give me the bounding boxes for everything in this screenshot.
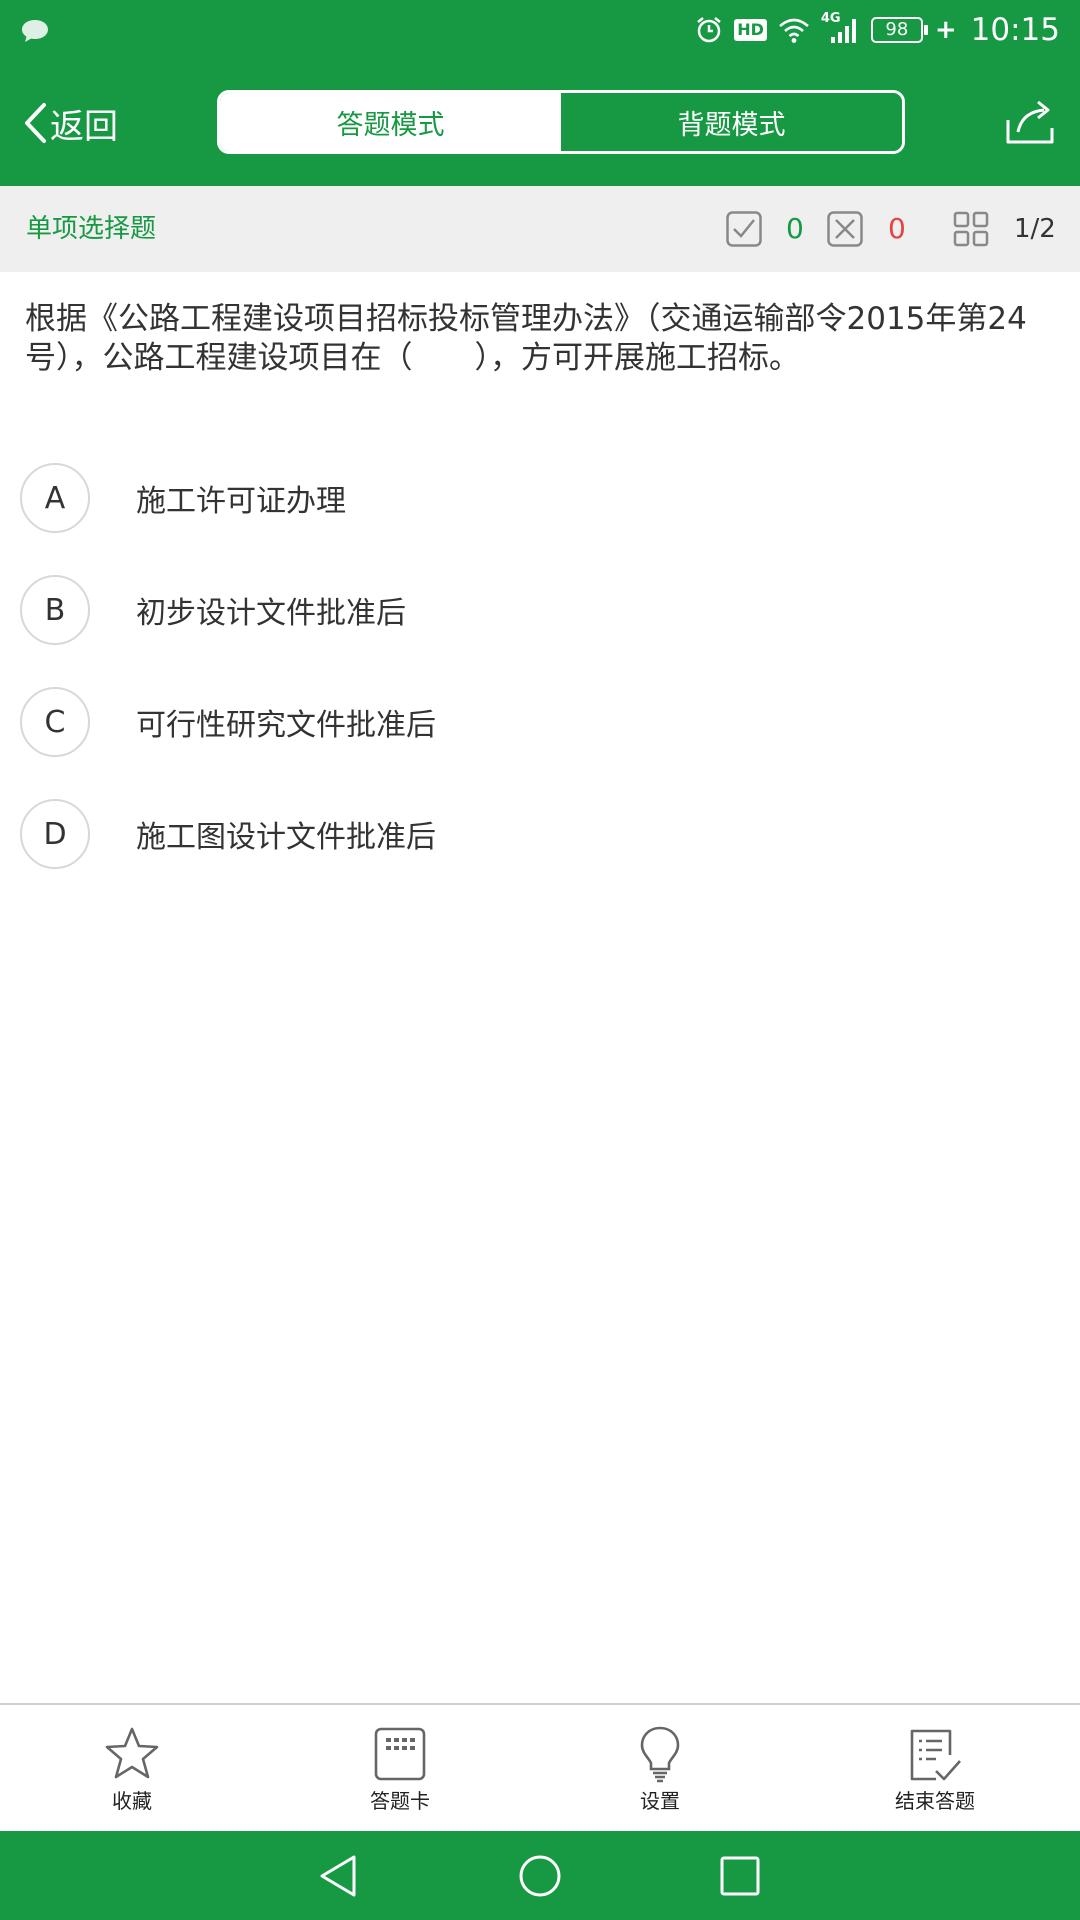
status-time: 10:15 xyxy=(970,12,1060,48)
status-icons: HD 4G 98 + 10:15 xyxy=(694,10,1060,50)
option-text: 施工图设计文件批准后 xyxy=(136,820,436,855)
option-letter: C xyxy=(20,687,90,757)
tab-review-mode[interactable]: 背题模式 xyxy=(561,93,902,151)
back-label: 返回 xyxy=(50,106,118,147)
finish-answer-button[interactable]: 结束答题 xyxy=(880,1705,990,1833)
charging-indicator: + xyxy=(934,15,957,45)
option-a[interactable]: A 施工许可证办理 xyxy=(20,462,1060,534)
answer-card-button[interactable]: 答题卡 xyxy=(360,1705,440,1833)
correct-icon xyxy=(726,186,762,272)
share-icon[interactable] xyxy=(1004,98,1056,146)
option-letter: B xyxy=(20,575,90,645)
settings-button[interactable]: 设置 xyxy=(620,1705,700,1833)
wifi-icon xyxy=(779,18,809,43)
signal-4g-icon: 4G xyxy=(821,11,861,45)
option-letter: A xyxy=(20,463,90,533)
nav-bar: 返回 答题模式 背题模式 xyxy=(0,60,1080,186)
status-bar: HD 4G 98 + 10:15 xyxy=(0,0,1080,60)
question-text: 根据《公路工程建设项目招标投标管理办法》（交通运输部令2015年第24号），公路… xyxy=(25,301,1027,376)
favorite-button[interactable]: 收藏 xyxy=(92,1705,172,1833)
option-letter: D xyxy=(20,799,90,869)
option-d[interactable]: D 施工图设计文件批准后 xyxy=(20,798,1060,870)
finish-list-icon xyxy=(910,1729,961,1781)
back-button[interactable]: 返回 xyxy=(22,100,118,147)
recents-square-icon[interactable] xyxy=(717,1853,763,1899)
back-triangle-icon[interactable] xyxy=(316,1853,362,1899)
toolbar-label: 结束答题 xyxy=(895,1789,975,1813)
home-circle-icon[interactable] xyxy=(517,1853,563,1899)
grid-icon[interactable] xyxy=(953,186,989,272)
chevron-left-icon xyxy=(25,103,46,143)
mode-switch: 答题模式 背题模式 xyxy=(217,90,905,154)
option-text: 可行性研究文件批准后 xyxy=(136,708,436,743)
option-b[interactable]: B 初步设计文件批准后 xyxy=(20,574,1060,646)
info-bar: 单项选择题 0 0 1/2 xyxy=(0,186,1080,272)
option-text: 施工许可证办理 xyxy=(136,484,346,519)
question-type: 单项选择题 xyxy=(26,214,157,244)
toolbar-label: 答题卡 xyxy=(370,1789,430,1813)
correct-count: 0 xyxy=(786,212,804,245)
bottom-toolbar: 收藏 答题卡 设置 结束答题 xyxy=(0,1703,1080,1831)
wrong-icon xyxy=(827,186,863,272)
tab-answer-mode[interactable]: 答题模式 xyxy=(220,93,561,151)
star-icon xyxy=(105,1727,159,1779)
chat-bubble-icon xyxy=(22,20,48,42)
question-progress: 1/2 xyxy=(1014,214,1056,244)
toolbar-label: 设置 xyxy=(640,1789,680,1813)
alarm-icon xyxy=(697,17,721,43)
hd-icon: HD xyxy=(734,19,767,41)
toolbar-label: 收藏 xyxy=(112,1789,152,1813)
option-c[interactable]: C 可行性研究文件批准后 xyxy=(20,686,1060,758)
lightbulb-icon xyxy=(640,1726,680,1783)
wrong-count: 0 xyxy=(888,212,906,245)
answer-card-icon xyxy=(374,1727,426,1781)
android-nav-bar xyxy=(0,1831,1080,1920)
battery-indicator: 98 xyxy=(870,17,928,43)
option-text: 初步设计文件批准后 xyxy=(136,596,406,631)
app-screen: HD 4G 98 + 10:15 返回 答题模式 背题模式 单项选择题 0 0 … xyxy=(0,0,1080,1920)
